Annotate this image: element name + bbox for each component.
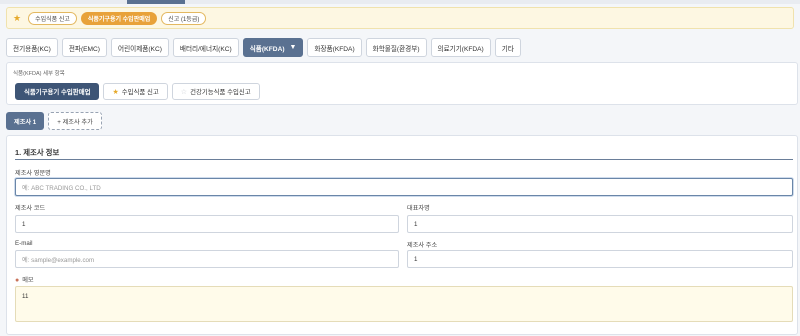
tab-cosmetics[interactable]: 화장품(KFDA) [307,38,362,57]
name-en-input[interactable]: 예: ABC TRADING CO., LTD [15,178,793,196]
name-en-label: 제조사 영문명 [15,170,51,177]
top-tab-strip [0,0,800,4]
code-input[interactable]: 1 [15,215,399,233]
top-active-tab[interactable] [127,0,185,4]
add-manufacturer-button[interactable]: + 제조사 추가 [48,112,102,130]
section-title: 1. 제조사 정보 [15,148,60,157]
tab-other[interactable]: 기타 [494,38,521,57]
star-outline-icon: ☆ [180,88,188,96]
sub-button-label: 식품기구용기 수입판매업 [24,89,91,96]
sub-button-label: 수입식품 신고 [121,89,159,96]
ceo-label: 대표자명 [407,205,430,212]
memo-textarea[interactable]: 11 [15,286,793,322]
favorites-bar: ★ 수입식품 신고 식품기구용기 수입판매업 신고 (1등급) [6,7,794,29]
star-icon: ★ [13,12,22,23]
sub-panel-title: 식품(KFDA) 세부 항목 [13,71,65,77]
email-label: E-mail [15,240,33,247]
memo-icon: ● [15,277,20,284]
star-icon: ★ [112,88,119,96]
manufacturer-tabs: 제조사 1 + 제조사 추가 [6,112,102,130]
manufacturer-tab-1[interactable]: 제조사 1 [6,112,45,130]
category-tabs: 전기용품(KC) 전파(EMC) 어린이제품(KC) 배터리/에너지(KC) 식… [6,38,521,57]
sub-button-health-food[interactable]: ☆ 건강기능식품 수입신고 [171,83,260,100]
tab-electric[interactable]: 전기용품(KC) [6,38,58,57]
tab-chemical[interactable]: 화학물질(환경부) [365,38,427,57]
section-divider [15,159,793,160]
sub-category-panel: 식품(KFDA) 세부 항목 식품기구용기 수입판매업 ★ 수입식품 신고 ☆ … [6,62,798,105]
tab-food[interactable]: 식품(KFDA) ▼ [242,38,304,57]
favorite-chip-import-food[interactable]: 수입식품 신고 [28,11,77,25]
address-label: 제조사 주소 [407,242,438,249]
ceo-input[interactable]: 1 [407,215,793,233]
address-input[interactable]: 1 [407,250,793,268]
caret-down-icon: ▼ [289,44,297,51]
sub-button-import-food[interactable]: ★ 수입식품 신고 [103,83,168,100]
tab-medical[interactable]: 의료기기(KFDA) [430,38,491,57]
tab-emc[interactable]: 전파(EMC) [61,38,108,57]
code-label: 제조사 코드 [15,205,46,212]
sub-category-buttons: 식품기구용기 수입판매업 ★ 수입식품 신고 ☆ 건강기능식품 수입신고 [15,83,260,100]
favorite-chip-report-grade1[interactable]: 신고 (1등급) [161,11,207,25]
tab-food-label: 식품(KFDA) [249,45,285,53]
tab-battery[interactable]: 배터리/에너지(KC) [172,38,239,57]
sub-button-food-container[interactable]: 식품기구용기 수입판매업 [15,83,100,100]
favorite-chip-food-container[interactable]: 식품기구용기 수입판매업 [80,11,158,25]
manufacturer-form: 1. 제조사 정보 제조사 영문명 예: ABC TRADING CO., LT… [6,135,798,335]
email-input[interactable]: 예: sample@example.com [15,250,399,268]
tab-children[interactable]: 어린이제품(KC) [111,38,169,57]
memo-label: ● 메모 [15,275,34,284]
memo-label-text: 메모 [22,277,34,284]
sub-button-label: 건강기능식품 수입신고 [190,89,251,96]
